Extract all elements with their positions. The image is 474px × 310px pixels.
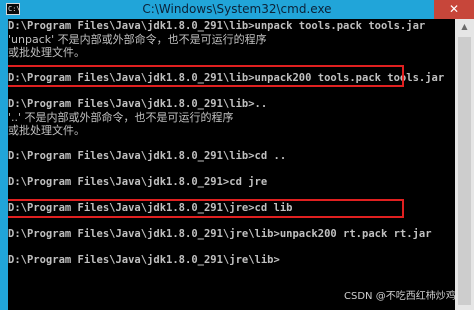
- window-title: C:\Windows\System32\cmd.exe: [142, 2, 332, 16]
- scroll-up-arrow-icon[interactable]: ▲: [455, 19, 474, 35]
- console-line: D:\Program Files\Java\jdk1.8.0_291\lib>c…: [8, 150, 287, 162]
- vertical-scrollbar[interactable]: ▲: [455, 19, 474, 310]
- highlight-box: [8, 199, 404, 218]
- console-line: D:\Program Files\Java\jdk1.8.0_291\jre\l…: [8, 254, 280, 266]
- console-line: D:\Program Files\Java\jdk1.8.0_291\lib>u…: [8, 20, 426, 32]
- console-line: D:\Program Files\Java\jdk1.8.0_291\lib>.…: [8, 98, 268, 110]
- console-output[interactable]: D:\Program Files\Java\jdk1.8.0_291\lib>u…: [8, 19, 455, 310]
- window-border: [0, 19, 8, 310]
- console-line: 或批处理文件。: [8, 46, 85, 59]
- console-line: 或批处理文件。: [8, 124, 85, 137]
- scroll-thumb[interactable]: [458, 37, 471, 305]
- title-bar[interactable]: C:\ C:\Windows\System32\cmd.exe ✕: [0, 0, 474, 19]
- console-line: '..' 不是内部或外部命令，也不是可运行的程序: [8, 111, 234, 124]
- watermark: CSDN @不吃西红柿炒鸡蛋: [344, 291, 455, 302]
- console-line: D:\Program Files\Java\jdk1.8.0_291\jre\l…: [8, 228, 432, 240]
- highlight-box: [8, 65, 404, 87]
- close-button[interactable]: ✕: [434, 0, 474, 19]
- console-line: D:\Program Files\Java\jdk1.8.0_291>cd jr…: [8, 176, 268, 188]
- cmd-window: C:\ C:\Windows\System32\cmd.exe ✕ D:\Pro…: [0, 0, 474, 310]
- console-line: 'unpack' 不是内部或外部命令，也不是可运行的程序: [8, 33, 267, 46]
